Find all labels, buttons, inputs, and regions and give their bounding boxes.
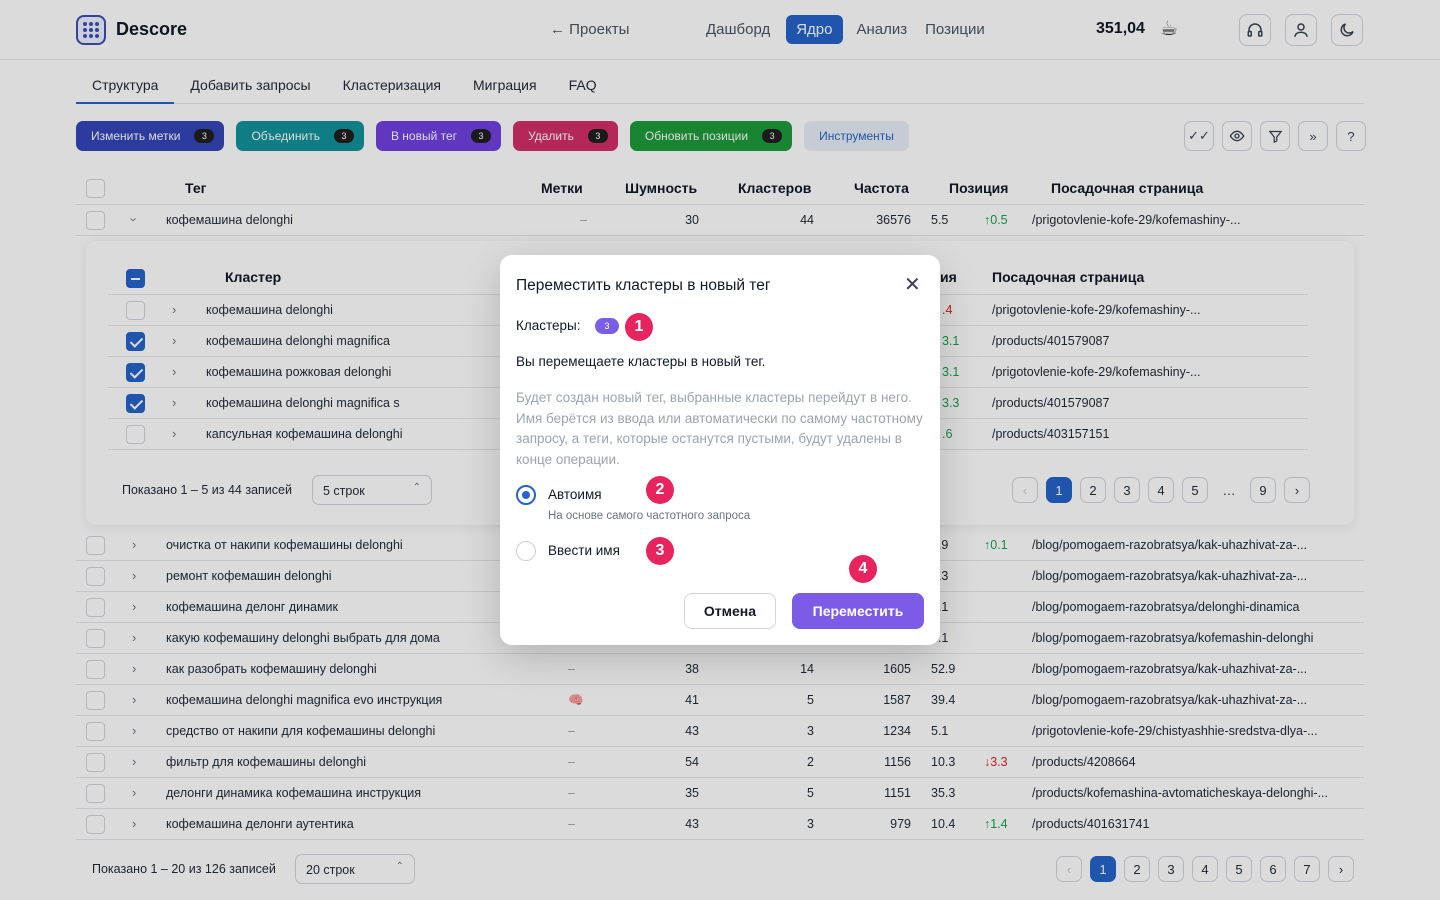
annotation-marker-2: 2 bbox=[646, 476, 674, 504]
auto-name-hint: На основе самого частотного запроса bbox=[548, 510, 751, 522]
cancel-button[interactable]: Отмена bbox=[684, 593, 776, 629]
clusters-label: Кластеры: bbox=[516, 318, 581, 333]
annotation-marker-4: 4 bbox=[849, 555, 877, 583]
dialog-title: Переместить кластеры в новый тег bbox=[516, 277, 771, 294]
manual-name-radio[interactable] bbox=[516, 541, 536, 561]
annotation-marker-3: 3 bbox=[646, 537, 674, 565]
annotation-marker-1: 1 bbox=[625, 313, 653, 341]
close-icon[interactable]: ✕ bbox=[904, 275, 921, 295]
auto-name-radio[interactable] bbox=[516, 485, 536, 505]
clusters-count-badge: 3 bbox=[595, 318, 619, 334]
move-button[interactable]: Переместить bbox=[792, 593, 924, 629]
manual-name-label[interactable]: Ввести имя bbox=[548, 543, 620, 558]
auto-name-label[interactable]: Автоимя bbox=[548, 487, 602, 502]
dialog-subtitle: Вы перемещаете кластеры в новый тег. bbox=[516, 354, 766, 369]
dialog-description: Будет создан новый тег, выбранные класте… bbox=[516, 390, 923, 467]
move-clusters-dialog: Переместить кластеры в новый тег ✕ Класт… bbox=[500, 255, 940, 645]
